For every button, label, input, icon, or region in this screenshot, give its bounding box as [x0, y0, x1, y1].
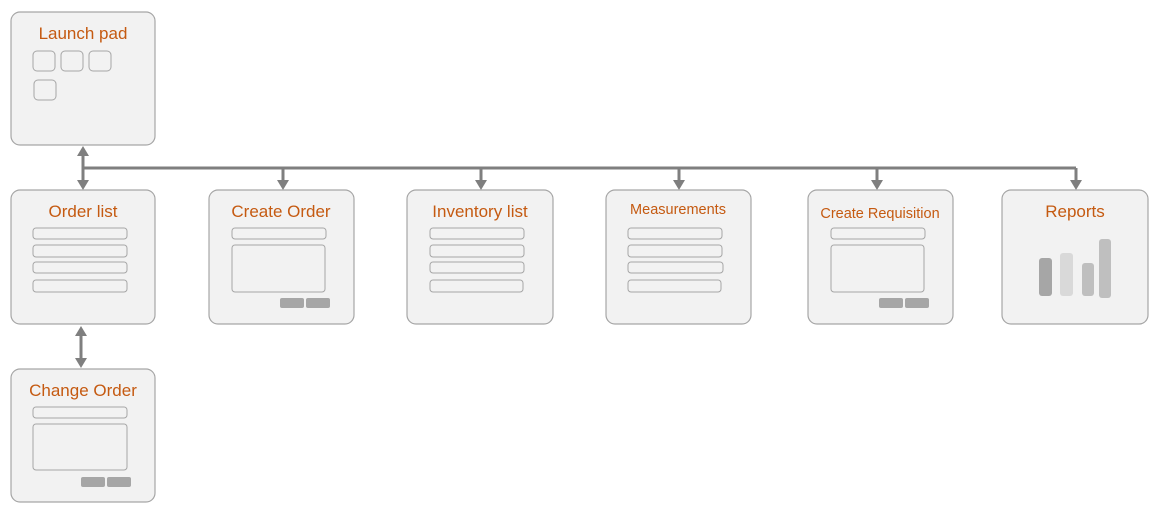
app-tile	[88, 50, 112, 72]
arrow-down-icon	[75, 358, 87, 368]
app-tile	[32, 50, 56, 72]
node-title: Change Order	[29, 381, 137, 400]
arrow-down-icon	[1070, 180, 1082, 190]
list-row	[627, 244, 723, 258]
list-row	[627, 261, 724, 274]
list-row	[627, 227, 723, 240]
form-area	[231, 244, 326, 293]
app-tile	[33, 79, 57, 101]
form-button	[306, 298, 330, 308]
form-button	[879, 298, 903, 308]
node-title: Create Order	[231, 202, 331, 221]
list-row	[32, 261, 128, 274]
form-field	[231, 227, 327, 240]
list-row	[32, 227, 128, 240]
list-row	[429, 261, 525, 274]
node-change-order[interactable]: Change Order	[10, 368, 156, 503]
form-button	[905, 298, 929, 308]
node-title: Launch pad	[39, 24, 128, 43]
form-button	[280, 298, 304, 308]
form-area	[32, 423, 128, 471]
arrow-up-icon	[77, 146, 89, 156]
form-field	[830, 227, 926, 240]
node-create-order[interactable]: Create Order	[208, 189, 355, 325]
node-title: Measurements	[630, 202, 726, 218]
list-row	[429, 279, 524, 293]
node-reports[interactable]: Reports	[1001, 189, 1149, 325]
arrow-down-icon	[277, 180, 289, 190]
navigation-diagram: Launch pad Order list Create Order Inven…	[10, 11, 1149, 503]
node-create-requisition[interactable]: Create Requisition	[807, 189, 954, 325]
node-title: Reports	[1045, 202, 1105, 221]
list-row	[429, 244, 525, 258]
list-row	[429, 227, 525, 240]
node-title: Create Requisition	[820, 206, 939, 222]
form-area	[830, 244, 925, 293]
arrow-up-icon	[75, 326, 87, 336]
form-field	[32, 406, 128, 419]
node-measurements[interactable]: Measurements	[605, 189, 752, 325]
form-button	[81, 477, 105, 487]
list-row	[627, 279, 722, 293]
arrow-down-icon	[475, 180, 487, 190]
arrow-down-icon	[871, 180, 883, 190]
arrow-down-icon	[673, 180, 685, 190]
node-inventory-list[interactable]: Inventory list	[406, 189, 554, 325]
node-launch-pad[interactable]: Launch pad	[10, 11, 156, 146]
node-title: Order list	[49, 202, 118, 221]
node-title: Inventory list	[432, 202, 528, 221]
down-arrows	[277, 168, 1082, 190]
list-row	[32, 244, 128, 258]
arrow-down-icon	[77, 180, 89, 190]
form-button	[107, 477, 131, 487]
app-tile	[60, 50, 84, 72]
list-row	[32, 279, 128, 293]
node-order-list[interactable]: Order list	[10, 189, 156, 325]
